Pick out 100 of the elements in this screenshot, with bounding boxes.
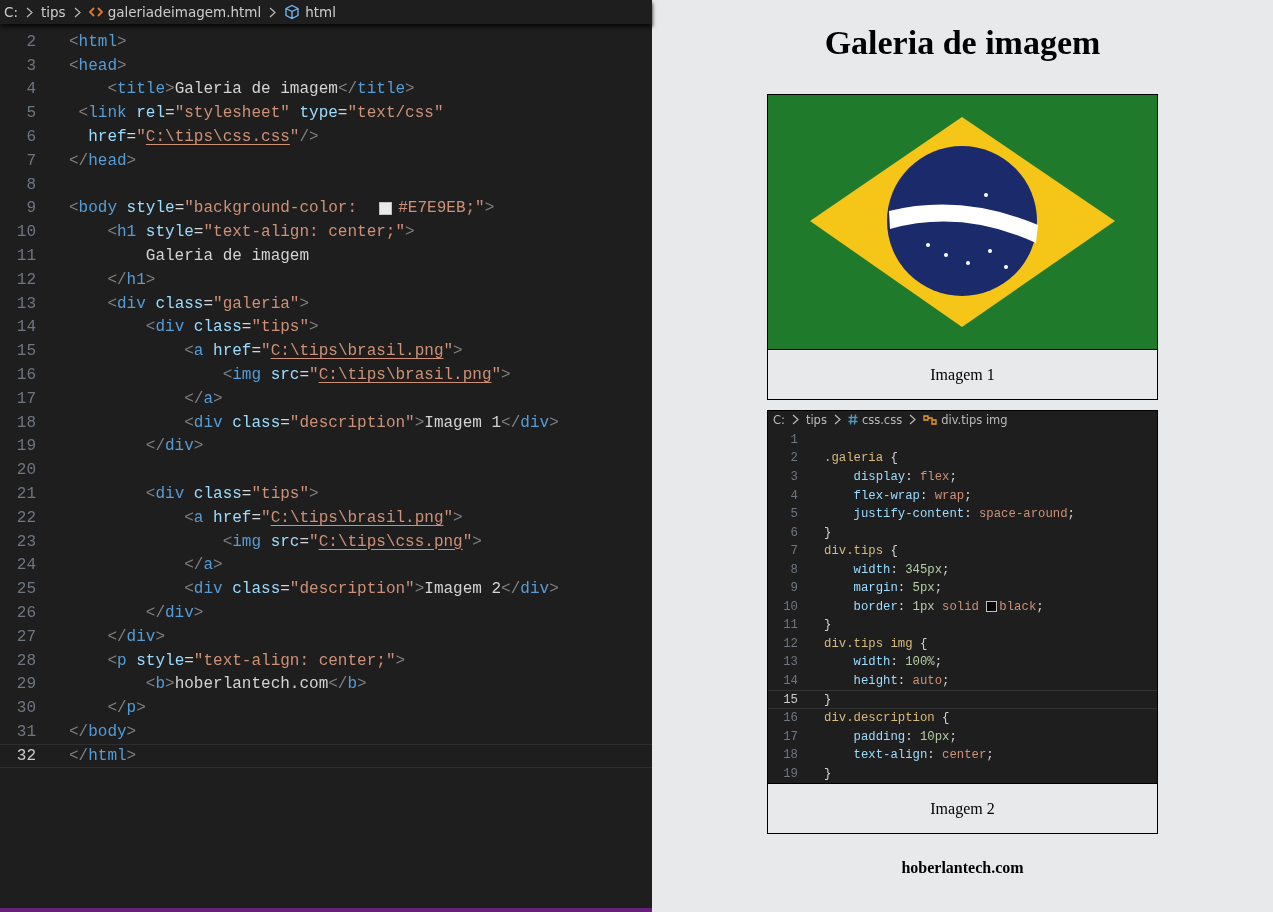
code-text: <head> [69,56,127,75]
line-number: 19 [15,437,36,456]
code-text: <img src="C:\tips\brasil.png"> [221,366,511,385]
image-caption: Imagem 1 [768,349,1157,399]
line-number: 16 [15,366,36,385]
breadcrumb-item[interactable]: tips [805,412,827,427]
line-number: 27 [15,627,36,646]
image-caption: Imagem 2 [768,783,1157,833]
code-text: </div> [144,437,204,456]
line-number: 32 [15,746,36,765]
symbol-icon [923,413,938,426]
line-number: 6 [789,525,798,540]
breadcrumb-item[interactable]: css.css [861,412,903,427]
line-number: 23 [15,532,36,551]
code-text: <img src="C:\tips\css.png"> [221,532,482,551]
code-text: } [824,766,832,781]
code-text: <title>Galeria de imagem</title> [106,80,415,99]
breadcrumb-item[interactable]: galeriadeimagem.html [107,4,262,20]
code-text: justify-content: space-around; [852,507,1075,522]
cube-icon [284,4,301,20]
code-text: black; [999,599,1044,614]
code-text: </body> [69,723,137,741]
code-text: </html> [69,746,137,765]
line-number: 17 [15,389,36,408]
code-text: <b>hoberlantech.com</b> [144,675,367,694]
code-text: <body style="background-color: [69,199,359,218]
chevron-icon [833,414,841,426]
line-number: 14 [782,674,798,688]
line-number: 15 [15,342,36,361]
line-number: 4 [25,80,36,99]
breadcrumb-item[interactable]: html [305,4,336,20]
line-number: 19 [782,766,798,781]
code-text: <p style="text-align: center;"> [106,651,406,670]
line-number: 12 [782,636,798,651]
code-text: margin: 5px; [852,581,943,596]
line-number: 22 [15,508,36,527]
line-number: 11 [15,247,36,266]
line-number: 12 [15,270,36,289]
line-number: 15 [782,692,798,707]
line-number: 8 [25,175,36,194]
code-text: width: 345px; [852,562,950,577]
code-text: <link rel="stylesheet" type="text/css" [77,104,444,123]
code-text: </h1> [106,270,156,289]
code-text: width: 100%; [852,655,943,670]
code-text: div.tips img { [824,636,928,651]
line-number: 24 [15,556,36,575]
line-number: 21 [15,485,36,504]
line-number: 4 [789,488,798,503]
breadcrumb-item[interactable]: C: [4,4,18,20]
code-text: </p> [106,699,146,718]
line-number: 31 [15,723,36,741]
code-text: div.tips { [824,544,898,559]
code-text: div.description { [824,711,950,726]
line-number: 20 [15,461,36,480]
code-text: padding: 10px; [852,729,957,744]
line-number: 29 [15,675,36,694]
code-text: } [824,525,832,540]
line-number: 5 [25,104,36,123]
code-text: } [824,692,832,707]
code-text: height: auto; [852,674,950,688]
code-text: display: flex; [852,469,957,484]
breadcrumb-item[interactable]: div.tips img [941,412,1008,427]
code-text: href="C:\tips\css.css"/> [87,128,319,147]
line-number: 11 [782,618,798,633]
line-number: 14 [15,318,36,337]
breadcrumb-item[interactable]: C: [773,412,785,427]
code-text: </head> [69,151,137,170]
line-number: 3 [25,56,36,75]
code-text: <a href="C:\tips\brasil.png"> [183,508,463,527]
page-heading: Galeria de imagem [824,23,1101,63]
code-brackets-icon [88,6,103,18]
line-number: 3 [789,469,798,484]
line-number: 10 [782,599,798,614]
code-text: <div class="description">Imagem 1</div> [183,413,559,432]
line-number: 13 [782,655,798,670]
chevron-icon [269,6,277,18]
line-number: 13 [15,294,36,313]
chevron-icon [26,6,33,18]
line-number: 28 [15,651,36,670]
line-number: 26 [15,604,36,622]
code-text: Galeria de imagem [144,247,310,266]
breadcrumb-item[interactable]: tips [41,4,66,20]
code-text: text-align: center; [852,748,994,763]
line-number: 7 [789,544,798,559]
code-text: <div class="tips"> [144,318,319,337]
line-number: 16 [782,711,798,726]
line-number: 18 [782,748,798,763]
footer-text: hoberlantech.com [901,859,1024,877]
line-number: 8 [789,562,798,577]
hash-icon [847,414,858,426]
line-number: 9 [789,581,798,596]
code-text: </a> [183,389,223,408]
code-text: </div> [144,604,204,622]
code-text: <h1 style="text-align: center;"> [106,223,415,242]
code-text: <div class="description">Imagem 2</div> [183,580,559,599]
code-text: <div class="galeria"> [106,294,310,313]
code-text: .galeria { [824,451,898,466]
code-text: border: 1px solid [852,599,980,614]
code-text: <a href="C:\tips\brasil.png"> [183,342,463,361]
line-number: 18 [15,413,36,432]
